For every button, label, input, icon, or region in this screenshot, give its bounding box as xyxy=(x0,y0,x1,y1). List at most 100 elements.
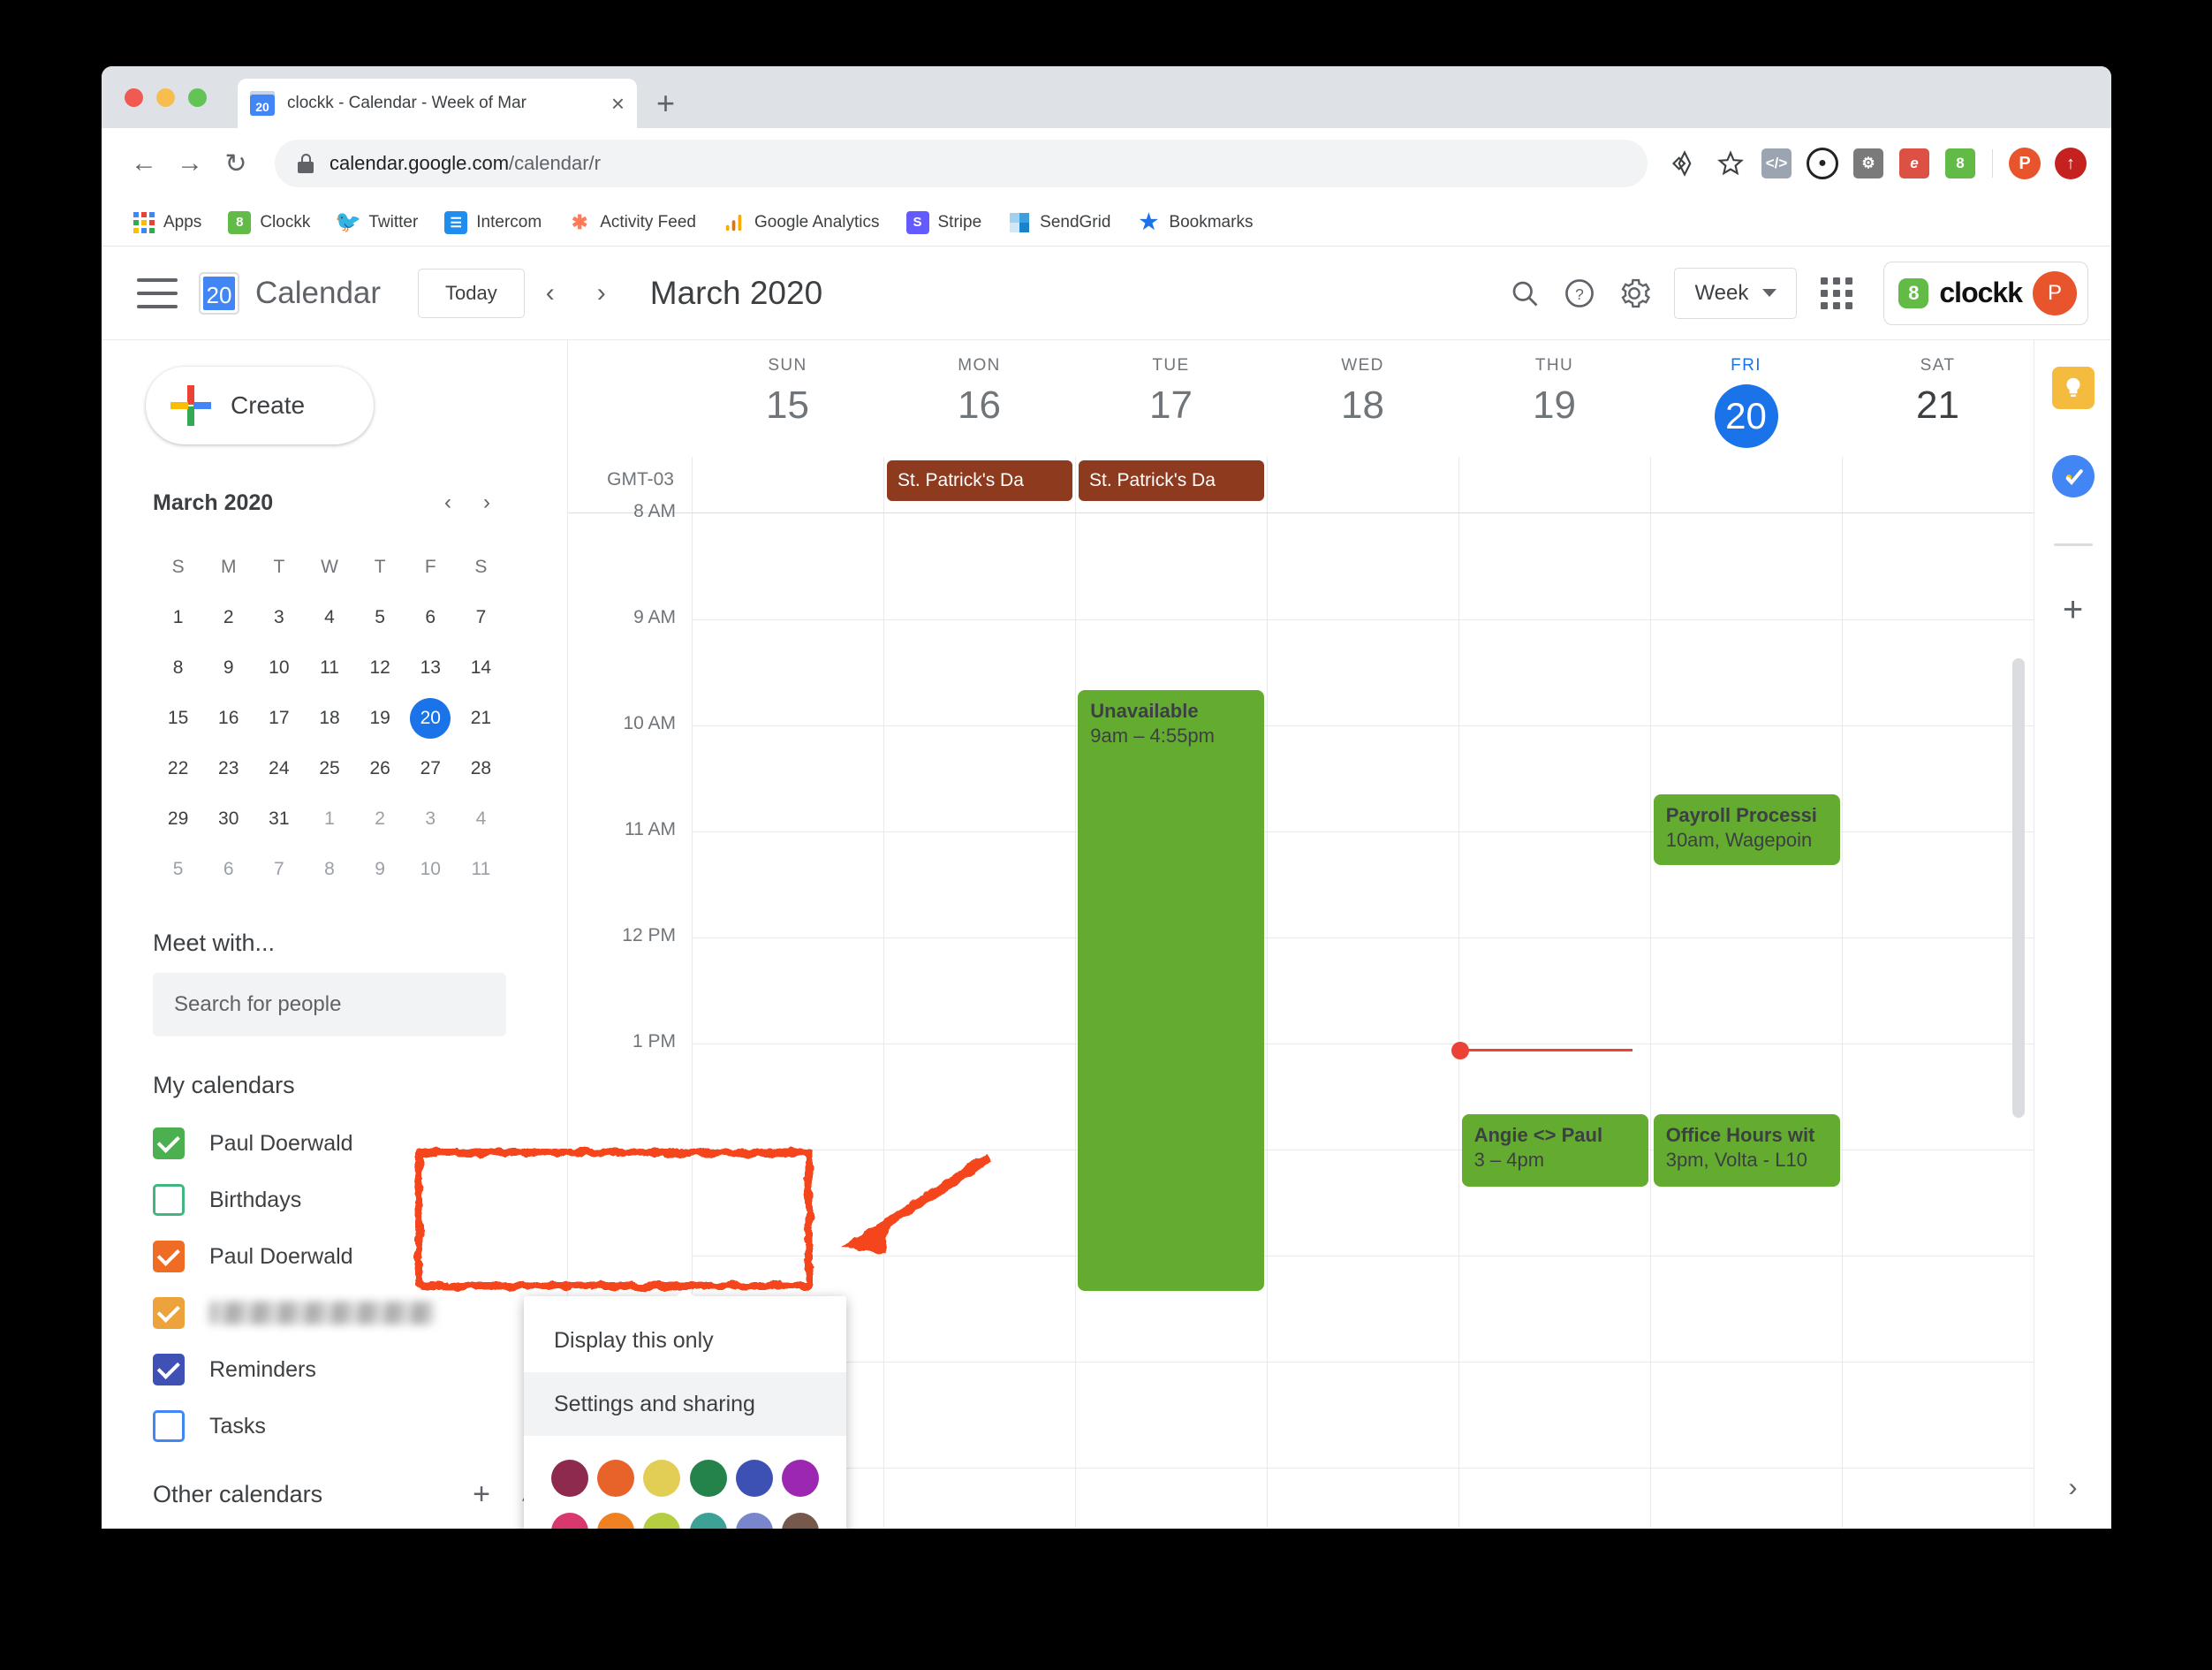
time-slot[interactable] xyxy=(692,1044,883,1150)
window-controls[interactable] xyxy=(125,88,207,107)
calendar-list-item[interactable]: Reminders xyxy=(102,1341,567,1398)
time-slot[interactable] xyxy=(692,619,883,725)
time-slot[interactable] xyxy=(1650,1468,1842,1528)
mini-calendar-day[interactable]: 5 xyxy=(355,592,405,642)
mini-calendar-day[interactable]: 20 xyxy=(405,693,456,743)
all-day-cell[interactable]: St. Patrick's Da xyxy=(883,457,1075,512)
account-chip[interactable]: 8 clockk P xyxy=(1883,261,2088,325)
vertical-scrollbar[interactable] xyxy=(2012,658,2025,1118)
time-slot[interactable] xyxy=(1842,1256,2034,1362)
time-slot[interactable] xyxy=(883,1044,1075,1150)
day-number[interactable]: 17 xyxy=(1075,383,1267,427)
time-slot[interactable] xyxy=(1458,513,1650,619)
time-slot[interactable] xyxy=(1267,937,1458,1044)
mini-calendar-day[interactable]: 10 xyxy=(405,844,456,894)
bookmark-activity-feed[interactable]: ✱ Activity Feed xyxy=(557,206,707,239)
calendar-event[interactable]: Payroll Processi 10am, Wagepoin xyxy=(1653,794,1840,865)
color-swatch[interactable] xyxy=(689,1460,727,1497)
all-day-event[interactable]: St. Patrick's Da xyxy=(887,460,1072,501)
reload-button[interactable]: ↻ xyxy=(213,140,259,186)
time-slot[interactable] xyxy=(883,831,1075,937)
mini-calendar-day[interactable]: 12 xyxy=(355,642,405,693)
mini-calendar-day[interactable]: 16 xyxy=(203,693,254,743)
shapes-icon[interactable] xyxy=(1663,142,1706,185)
time-slot[interactable] xyxy=(1458,831,1650,937)
time-slot[interactable] xyxy=(1650,513,1842,619)
create-button[interactable]: Create xyxy=(146,367,374,444)
time-slot[interactable] xyxy=(1458,725,1650,831)
time-slot[interactable] xyxy=(1842,1468,2034,1528)
mini-calendar-day[interactable]: 21 xyxy=(456,693,506,743)
time-slot[interactable] xyxy=(1267,1468,1458,1528)
mini-calendar-day[interactable]: 6 xyxy=(405,592,456,642)
mini-calendar-day[interactable]: 19 xyxy=(355,693,405,743)
calendar-event[interactable]: Unavailable 9am – 4:55pm xyxy=(1078,690,1265,1291)
mini-calendar-day[interactable]: 5 xyxy=(153,844,203,894)
time-slot[interactable] xyxy=(1842,937,2034,1044)
mini-calendar-day[interactable]: 11 xyxy=(304,642,354,693)
mini-calendar-day[interactable]: 13 xyxy=(405,642,456,693)
bookmark-google-analytics[interactable]: Google Analytics xyxy=(712,206,890,239)
all-day-cell[interactable] xyxy=(1267,457,1458,512)
search-people-input[interactable]: Search for people xyxy=(153,973,506,1036)
time-slot[interactable] xyxy=(1267,831,1458,937)
time-slot[interactable] xyxy=(1267,513,1458,619)
maximize-window-button[interactable] xyxy=(188,88,207,107)
time-slot[interactable] xyxy=(1842,1362,2034,1468)
time-slot[interactable] xyxy=(1842,1044,2034,1150)
time-slot[interactable] xyxy=(1267,1150,1458,1256)
bookmark-intercom[interactable]: ☰ Intercom xyxy=(434,206,552,239)
mini-calendar-day[interactable]: 14 xyxy=(456,642,506,693)
time-slot[interactable] xyxy=(1458,1362,1650,1468)
time-slot[interactable] xyxy=(1650,619,1842,725)
code-icon[interactable]: </> xyxy=(1755,142,1798,185)
mini-calendar-day[interactable]: 25 xyxy=(304,743,354,793)
search-icon[interactable] xyxy=(1497,266,1552,321)
time-slot[interactable] xyxy=(1458,1256,1650,1362)
day-header-sat[interactable]: SAT 21 xyxy=(1842,340,2034,457)
gear-icon[interactable] xyxy=(1607,266,1662,321)
onepassword-icon[interactable]: ● xyxy=(1801,142,1844,185)
day-number[interactable]: 19 xyxy=(1458,383,1650,427)
calendar-list-item[interactable] xyxy=(102,1285,567,1341)
menu-item-display-this-only[interactable]: Display this only xyxy=(524,1309,846,1372)
bookmark-sendgrid[interactable]: SendGrid xyxy=(997,206,1121,239)
all-day-cell[interactable]: St. Patrick's Da xyxy=(1075,457,1267,512)
star-icon[interactable] xyxy=(1709,142,1752,185)
all-day-cell[interactable] xyxy=(692,457,883,512)
time-slot[interactable] xyxy=(1267,1256,1458,1362)
mini-calendar-day[interactable]: 24 xyxy=(254,743,304,793)
help-icon[interactable]: ? xyxy=(1552,266,1607,321)
color-swatch[interactable] xyxy=(689,1513,727,1529)
day-header-tue[interactable]: TUE 17 xyxy=(1075,340,1267,457)
time-slot[interactable] xyxy=(1267,619,1458,725)
google-keep-icon[interactable] xyxy=(2051,367,2095,409)
color-swatch-grid[interactable]: + xyxy=(524,1436,846,1529)
update-icon[interactable]: ↑ xyxy=(2049,142,2092,185)
day-number[interactable]: 15 xyxy=(692,383,883,427)
mini-calendar-day[interactable]: 3 xyxy=(254,592,304,642)
calendar-event[interactable]: Angie <> Paul 3 – 4pm xyxy=(1461,1114,1648,1187)
all-day-event[interactable]: St. Patrick's Da xyxy=(1079,460,1264,501)
color-swatch[interactable] xyxy=(735,1460,773,1497)
mini-calendar-day[interactable]: 3 xyxy=(405,793,456,844)
mini-calendar-day[interactable]: 7 xyxy=(254,844,304,894)
clockk-icon[interactable]: 8 xyxy=(1939,142,1981,185)
all-day-cell[interactable] xyxy=(1842,457,2034,512)
time-slot[interactable] xyxy=(692,831,883,937)
browser-tab[interactable]: 20 clockk - Calendar - Week of Mar × xyxy=(238,79,637,128)
mini-calendar-day[interactable]: 4 xyxy=(304,592,354,642)
mini-calendar-day[interactable]: 27 xyxy=(405,743,456,793)
color-swatch[interactable] xyxy=(597,1513,635,1529)
calendar-checkbox[interactable] xyxy=(153,1184,185,1216)
time-slot[interactable] xyxy=(883,1468,1075,1528)
calendar-checkbox[interactable] xyxy=(153,1127,185,1159)
mini-calendar-day[interactable]: 17 xyxy=(254,693,304,743)
color-swatch[interactable] xyxy=(735,1513,773,1529)
menu-item-settings-and-sharing[interactable]: Settings and sharing xyxy=(524,1372,846,1436)
day-number[interactable]: 16 xyxy=(883,383,1075,427)
mini-calendar-day[interactable]: 28 xyxy=(456,743,506,793)
calendar-list-item[interactable]: Tasks xyxy=(102,1398,567,1454)
time-slot[interactable] xyxy=(1650,1362,1842,1468)
time-slot[interactable] xyxy=(1458,619,1650,725)
